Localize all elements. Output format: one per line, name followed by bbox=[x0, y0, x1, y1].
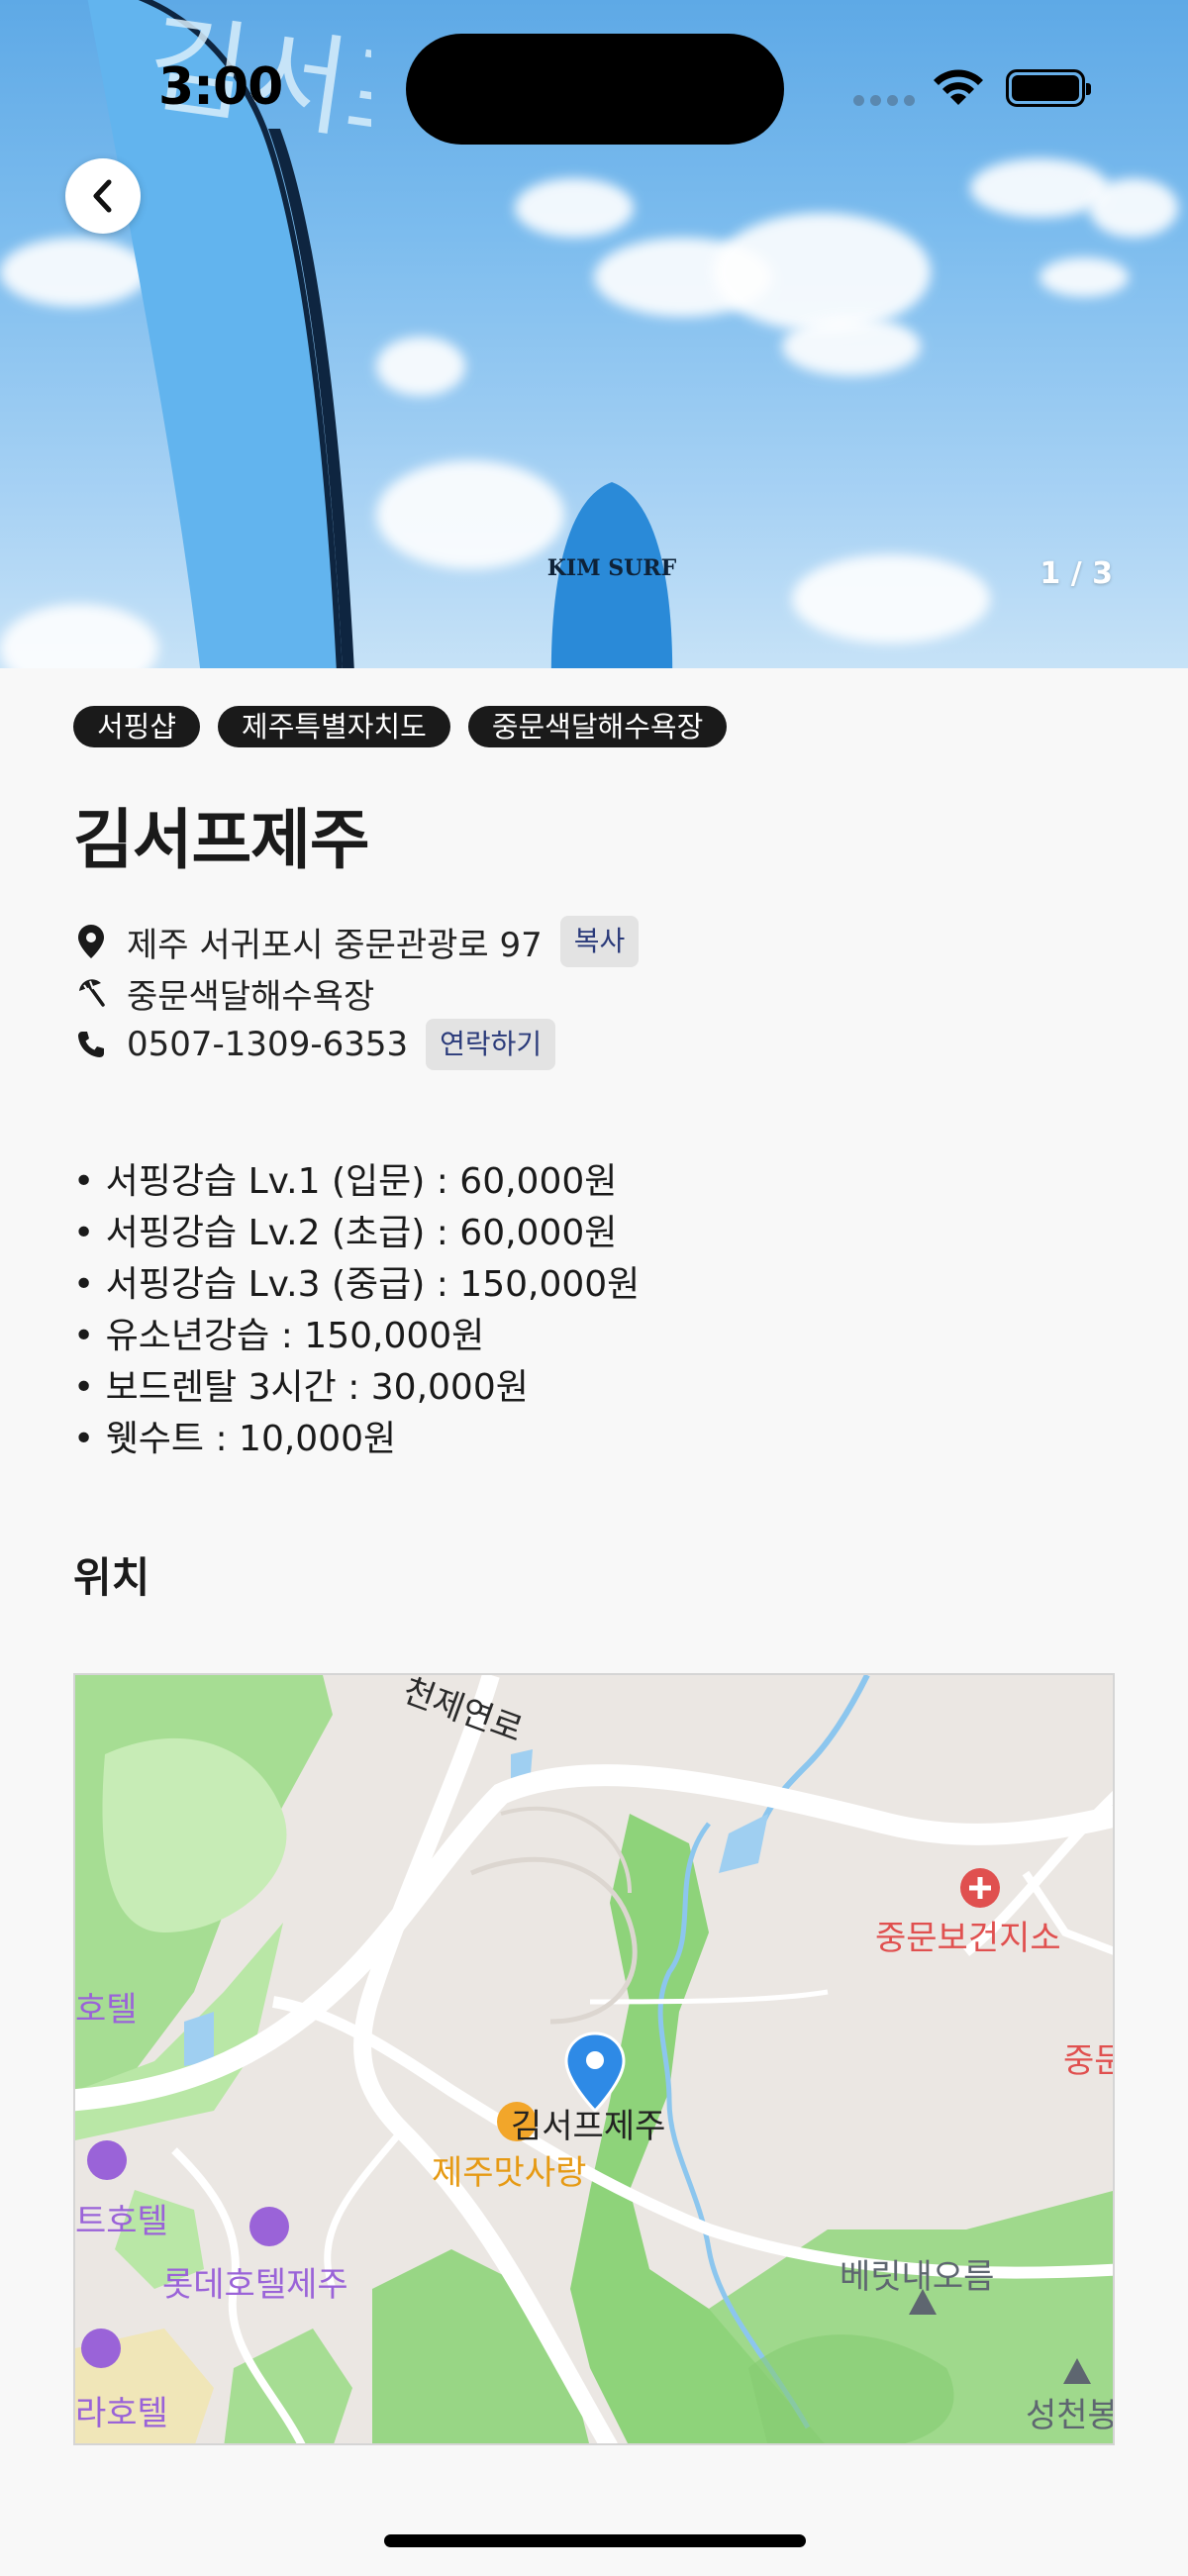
map-label-lotte: 롯데호텔제주 bbox=[162, 2265, 348, 2305]
board-logo-text: KIM SURF bbox=[547, 555, 677, 581]
copy-address-button[interactable]: 복사 bbox=[559, 916, 640, 967]
address-text: 제주 서귀포시 중문관광로 97 bbox=[127, 925, 543, 965]
list-item: • 웻수트 : 10,000원 bbox=[73, 1419, 397, 1459]
map-label-restaurant: 제주맛사랑 bbox=[432, 2153, 587, 2193]
map-label-hotel-left: 호텔 bbox=[75, 1990, 138, 2030]
location-section-title: 위치 bbox=[73, 1553, 150, 1602]
battery-icon bbox=[1006, 69, 1091, 107]
phone-row: 0507-1309-6353 연락하기 bbox=[73, 1019, 639, 1070]
tag-beach[interactable]: 중문색달해수욕장 bbox=[467, 706, 728, 747]
map-label-seongcheon: 성천봉 bbox=[1026, 2396, 1115, 2435]
image-counter: 1 / 3 bbox=[1040, 556, 1113, 591]
home-indicator[interactable] bbox=[384, 2534, 806, 2547]
address-row: 제주 서귀포시 중문관광로 97 복사 bbox=[73, 916, 640, 967]
chevron-left-icon bbox=[93, 179, 112, 213]
status-time: 3:00 bbox=[158, 57, 283, 117]
list-item: • 서핑강습 Lv.2 (초급) : 60,000원 bbox=[73, 1213, 618, 1253]
price-list: • 서핑강습 Lv.1 (입문) : 60,000원 • 서핑강습 Lv.2 (… bbox=[73, 1156, 640, 1465]
beach-umbrella-icon bbox=[73, 975, 109, 1011]
surfboard: KIM SURF bbox=[547, 482, 677, 668]
location-map[interactable]: 천제연로 중문보건지소 중문 호텔 김서프제주 제주맛사랑 트호텔 롯데호텔제주… bbox=[73, 1673, 1115, 2445]
signal-icon bbox=[853, 95, 915, 106]
phone-icon bbox=[73, 1027, 109, 1062]
contact-button[interactable]: 연락하기 bbox=[426, 1019, 556, 1070]
wifi-icon bbox=[934, 69, 983, 105]
map-label-pin[interactable]: 김서프제주 bbox=[511, 2099, 665, 2147]
location-pin-icon bbox=[73, 924, 109, 959]
info-section: 제주 서귀포시 중문관광로 97 복사 중문색달해수욕장 0507-1309-6… bbox=[73, 916, 640, 1070]
map-label-clinic-cut: 중문 bbox=[1063, 2041, 1113, 2081]
map-label-hotel3: 라호텔 bbox=[75, 2394, 168, 2433]
tag-category[interactable]: 서핑샵 bbox=[73, 706, 201, 747]
back-button[interactable] bbox=[65, 158, 141, 234]
tag-list: 서핑샵 제주특별자치도 중문색달해수욕장 bbox=[73, 706, 728, 747]
list-item: • 서핑강습 Lv.3 (중급) : 150,000원 bbox=[73, 1264, 641, 1305]
phone-text: 0507-1309-6353 bbox=[127, 1025, 409, 1064]
list-item: • 서핑강습 Lv.1 (입문) : 60,000원 bbox=[73, 1161, 618, 1202]
page-title: 김서프제주 bbox=[73, 802, 370, 878]
map-label-hotel2: 트호텔 bbox=[75, 2202, 168, 2241]
beach-text: 중문색달해수욕장 bbox=[127, 976, 375, 1017]
tag-region[interactable]: 제주특별자치도 bbox=[218, 706, 450, 747]
map-label-oreum: 베릿내오름 bbox=[840, 2257, 995, 2297]
list-item: • 유소년강습 : 150,000원 bbox=[73, 1316, 485, 1356]
dynamic-island bbox=[406, 34, 784, 145]
beach-row: 중문색달해수욕장 bbox=[73, 967, 639, 1019]
map-label-clinic: 중문보건지소 bbox=[875, 1919, 1061, 1958]
map-tiles bbox=[75, 1675, 1113, 2443]
list-item: • 보드렌탈 3시간 : 30,000원 bbox=[73, 1367, 529, 1408]
